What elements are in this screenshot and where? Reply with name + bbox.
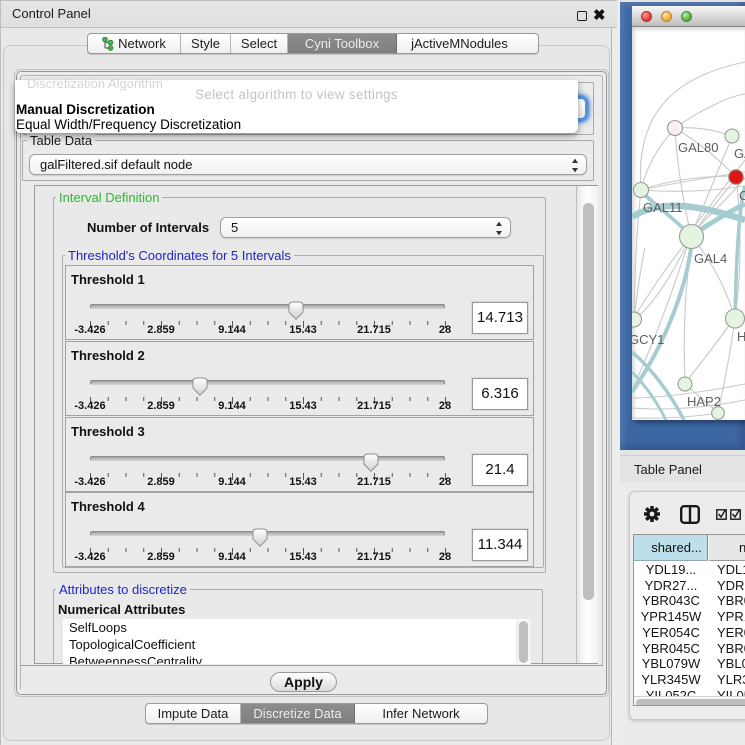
svg-text:HIS4: HIS4 [737, 329, 745, 344]
svg-text:GAL80: GAL80 [678, 140, 718, 155]
svg-text:GAL4: GAL4 [694, 251, 727, 266]
svg-text:GAL..: GAL.. [734, 146, 745, 161]
svg-text:HAP2: HAP2 [687, 394, 721, 409]
svg-text:GAL11: GAL11 [643, 200, 683, 215]
svg-text:GCY1: GCY1 [632, 332, 664, 347]
svg-text:CYC8: CYC8 [739, 188, 745, 203]
